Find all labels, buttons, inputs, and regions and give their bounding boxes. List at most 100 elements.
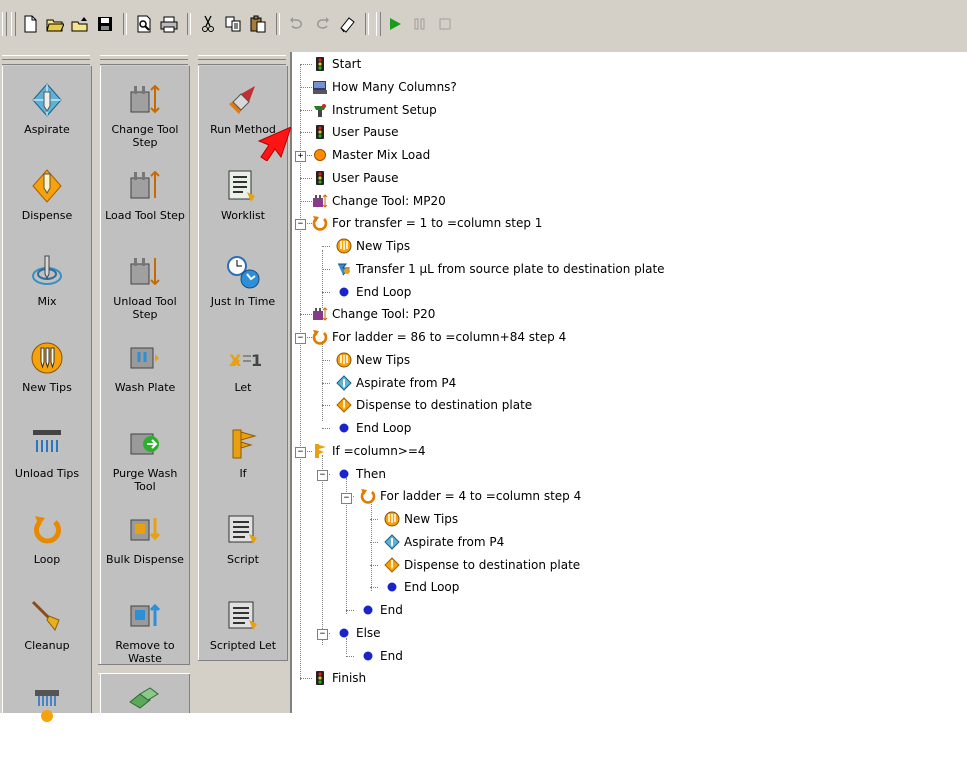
tree-node[interactable]: If =column>=4 <box>312 440 426 462</box>
tree-node[interactable]: End Loop <box>336 281 411 303</box>
tree-node[interactable]: Else <box>336 622 381 644</box>
tree-node[interactable]: User Pause <box>312 167 398 189</box>
tree-node[interactable]: Dispense to destination plate <box>384 554 580 576</box>
palette-tool-if[interactable]: If <box>199 418 287 504</box>
tree-node[interactable]: Finish <box>312 667 366 689</box>
open-button[interactable] <box>43 12 67 36</box>
tree-connector <box>322 246 330 247</box>
tree-connector <box>322 455 323 645</box>
erase-button[interactable] <box>335 12 359 36</box>
tree-connector <box>370 541 378 543</box>
tree-node[interactable]: How Many Columns? <box>312 76 457 98</box>
tree-node-label: User Pause <box>332 125 399 140</box>
paste-icon <box>250 15 266 33</box>
cut-button[interactable] <box>196 12 220 36</box>
tree-node[interactable]: New Tips <box>384 508 458 530</box>
palette-tool-aspirate[interactable]: Aspirate <box>3 74 91 160</box>
tree-node[interactable]: Change Tool: P20 <box>312 303 435 325</box>
palette-tool-let[interactable]: X1 Let <box>199 332 287 418</box>
toolbar-grip[interactable] <box>376 12 381 36</box>
mix-icon <box>32 255 62 285</box>
paste-button[interactable] <box>246 12 270 36</box>
stop-button[interactable] <box>433 12 457 36</box>
palette-tool-bulk-dispense[interactable]: Bulk Dispense <box>101 504 189 590</box>
tree-node[interactable]: End Loop <box>336 417 411 439</box>
palette-tool-new-tips[interactable]: New Tips <box>3 332 91 418</box>
palette-empty-area <box>198 660 288 713</box>
toolbar-grip[interactable] <box>2 12 7 36</box>
print-preview-button[interactable] <box>132 12 156 36</box>
unload-tool-icon <box>130 258 160 286</box>
tree-collapse-toggle[interactable]: − <box>295 333 306 344</box>
tree-collapse-toggle[interactable]: − <box>317 629 328 640</box>
palette-tool-worklist[interactable]: Worklist <box>199 160 287 246</box>
tree-node[interactable]: Then <box>336 463 386 485</box>
tree-node[interactable]: For ladder = 4 to =column step 4 <box>360 485 581 507</box>
toolbar-grip[interactable] <box>11 12 16 36</box>
open-folder-icon <box>46 19 64 32</box>
palette-tool-more[interactable] <box>100 674 188 760</box>
palette-tool-just-in-time[interactable]: Just In Time <box>199 246 287 332</box>
tree-node[interactable]: Instrument Setup <box>312 99 437 121</box>
print-button[interactable] <box>157 12 181 36</box>
blue-dot-icon <box>360 648 376 664</box>
redo-button[interactable] <box>310 12 334 36</box>
palette-tool-unload-tool-step[interactable]: Unload Tool Step <box>101 246 189 332</box>
tree-node[interactable]: Dispense to destination plate <box>336 394 532 416</box>
palette-tool-load-tool-step[interactable]: Load Tool Step <box>101 160 189 246</box>
tree-node[interactable]: User Pause <box>312 121 398 143</box>
clock-cycle-icon <box>227 256 260 289</box>
palette-column-header[interactable] <box>100 55 188 65</box>
if-branch-icon <box>232 429 257 459</box>
tree-collapse-toggle[interactable]: − <box>295 447 306 458</box>
tree-node[interactable]: Aspirate from P4 <box>384 531 504 553</box>
palette-tool-label: Script <box>227 553 259 566</box>
tree-collapse-toggle[interactable]: − <box>295 219 306 230</box>
aspirate-icon <box>384 534 400 550</box>
tree-node-label: For ladder = 4 to =column step 4 <box>380 489 582 504</box>
palette-tool-more[interactable] <box>3 678 91 764</box>
blue-dot-icon <box>336 420 352 436</box>
tree-node[interactable]: Aspirate from P4 <box>336 372 456 394</box>
run-button[interactable] <box>383 12 407 36</box>
copy-button[interactable] <box>221 12 245 36</box>
tree-node[interactable]: For transfer = 1 to =column step 1 <box>312 212 542 234</box>
palette-tool-label: Load Tool Step <box>105 209 185 222</box>
undo-button[interactable] <box>285 12 309 36</box>
tree-node[interactable]: Transfer 1 µL from source plate to desti… <box>336 258 665 280</box>
open-alt-button[interactable] <box>68 12 92 36</box>
tree-node[interactable]: Master Mix Load <box>312 144 430 166</box>
palette-column-header[interactable] <box>198 55 286 65</box>
palette-section-divider[interactable] <box>98 664 190 674</box>
palette-tool-mix[interactable]: Mix <box>3 246 91 332</box>
tree-node[interactable]: Start <box>312 53 361 75</box>
tree-collapse-toggle[interactable]: − <box>317 470 328 481</box>
palette-tool-dispense[interactable]: Dispense <box>3 160 91 246</box>
blue-dot-icon <box>336 466 352 482</box>
change-tool-icon <box>130 84 160 114</box>
dispense-icon <box>336 397 352 413</box>
tree-node[interactable]: New Tips <box>336 235 410 257</box>
palette-tool-change-tool-step[interactable]: Change Tool Step <box>101 74 189 160</box>
palette-tool-loop[interactable]: Loop <box>3 504 91 590</box>
palette-tool-unload-tips[interactable]: Unload Tips <box>3 418 91 504</box>
palette-column-header[interactable] <box>2 55 90 65</box>
palette-tool-cleanup[interactable]: Cleanup <box>3 590 91 676</box>
tree-node[interactable]: For ladder = 86 to =column+84 step 4 <box>312 326 566 348</box>
tree-collapse-toggle[interactable]: − <box>341 493 352 504</box>
new-file-button[interactable] <box>18 12 42 36</box>
method-tree[interactable]: Start How Many Columns? Instrument Setup Us… <box>290 52 967 713</box>
tree-node[interactable]: End Loop <box>384 576 459 598</box>
save-button[interactable] <box>93 12 117 36</box>
tree-node[interactable]: New Tips <box>336 349 410 371</box>
pause-button[interactable] <box>408 12 432 36</box>
tree-node[interactable]: End <box>360 645 403 667</box>
tree-expand-toggle[interactable]: + <box>295 151 306 162</box>
palette-tool-wash-plate[interactable]: Wash Plate <box>101 332 189 418</box>
tree-node-label: Dispense to destination plate <box>356 398 533 413</box>
palette-tool-script[interactable]: Script <box>199 504 287 590</box>
tree-node[interactable]: Change Tool: MP20 <box>312 190 446 212</box>
tree-node[interactable]: End <box>360 599 403 621</box>
blue-dot-icon <box>360 602 376 618</box>
palette-tool-purge-wash-tool[interactable]: Purge Wash Tool <box>101 418 189 504</box>
